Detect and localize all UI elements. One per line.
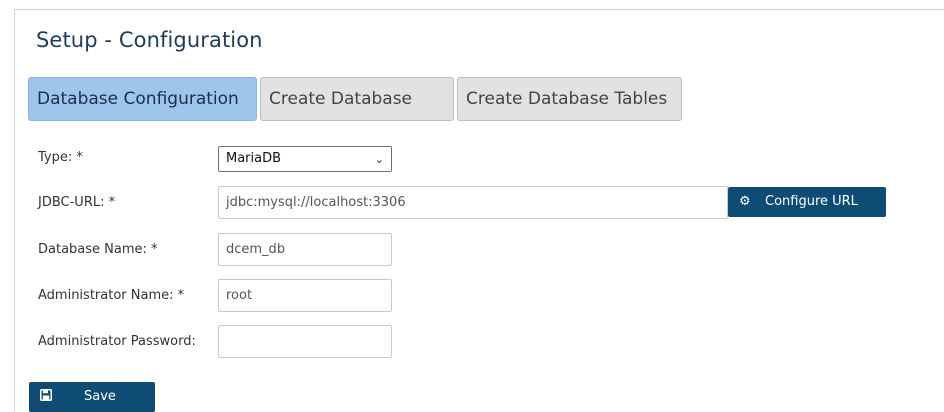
floppy-disk-icon [40, 382, 52, 412]
chevron-down-icon: ⌄ [374, 153, 384, 166]
administrator-password-label: Administrator Password: [38, 334, 196, 349]
type-label: Type: * [38, 150, 83, 165]
jdbc-url-label: JDBC-URL: * [38, 195, 116, 210]
type-select[interactable]: MariaDB ⌄ [218, 146, 392, 172]
page-title: Setup - Configuration [36, 28, 263, 52]
save-button[interactable]: Save [29, 382, 155, 412]
tab-database-configuration[interactable]: Database Configuration [28, 77, 257, 121]
tab-create-database-tables[interactable]: Create Database Tables [457, 77, 682, 121]
tab-create-database[interactable]: Create Database [260, 77, 454, 121]
administrator-name-input[interactable]: root [218, 279, 392, 312]
administrator-name-label: Administrator Name: * [38, 288, 185, 303]
administrator-password-input[interactable] [218, 325, 392, 358]
configure-url-button[interactable]: ⚙ Configure URL [728, 187, 886, 217]
jdbc-url-input[interactable]: jdbc:mysql://localhost:3306 [218, 186, 728, 219]
gear-icon: ⚙ [739, 194, 751, 209]
type-select-value: MariaDB [226, 151, 282, 166]
configure-url-label: Configure URL [765, 194, 858, 209]
database-name-label: Database Name: * [38, 242, 158, 257]
save-label: Save [84, 389, 116, 404]
database-name-input[interactable]: dcem_db [218, 233, 392, 266]
